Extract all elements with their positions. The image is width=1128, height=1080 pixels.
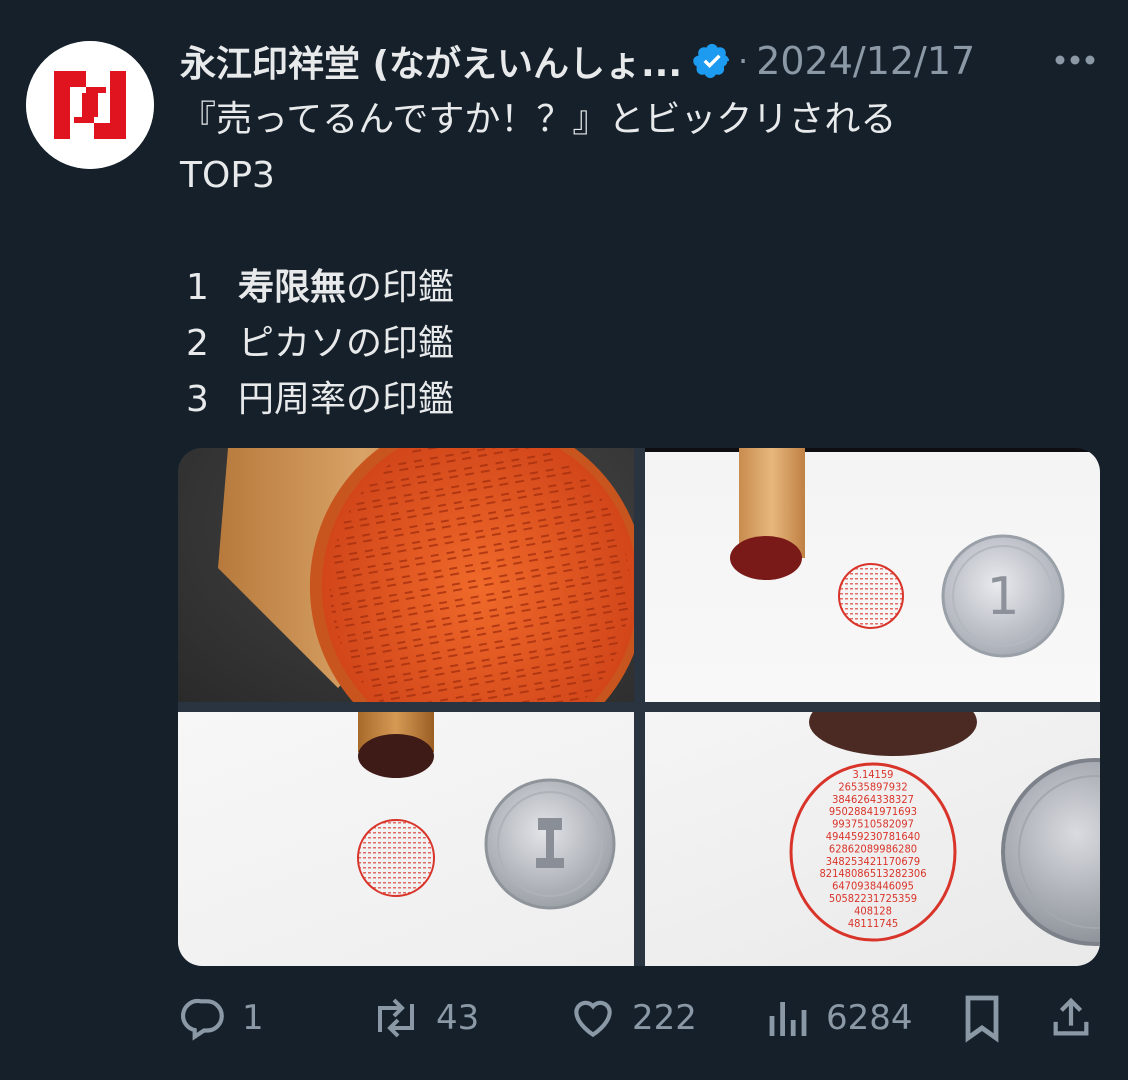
pi-digit-line: 3846264338327: [832, 793, 914, 806]
pi-digit-line: 408128: [854, 904, 892, 917]
pi-digit-line: 3.14159: [853, 768, 894, 781]
pi-digit-line: 6470938446095: [832, 880, 914, 893]
like-button[interactable]: 222: [568, 990, 697, 1046]
views-button[interactable]: 6284: [764, 990, 913, 1046]
bookmark-button[interactable]: [960, 990, 1004, 1046]
like-count: 222: [632, 998, 697, 1038]
more-icon: [1055, 55, 1095, 65]
more-button[interactable]: [1052, 40, 1098, 80]
repost-button[interactable]: 43: [370, 990, 479, 1046]
media-grid: 1 3.14159 26535897932 3846264338327 9502…: [178, 448, 1100, 966]
reply-icon: [181, 998, 224, 1041]
pi-digit-line: 95028841971693: [829, 805, 917, 818]
share-button[interactable]: [1048, 990, 1094, 1046]
author-name[interactable]: 永江印祥堂 (ながえいんしょ...: [180, 35, 682, 87]
svg-text:1: 1: [986, 567, 1019, 627]
photo-pi-stamp[interactable]: 3.14159 26535897932 3846264338327 950288419…: [645, 712, 1100, 966]
views-count: 6284: [826, 998, 913, 1038]
like-icon: [574, 1000, 612, 1038]
repost-icon: [378, 998, 414, 1038]
share-icon: [1053, 997, 1089, 1036]
author-avatar[interactable]: [26, 41, 154, 169]
pi-digit-line: 48111745: [848, 917, 898, 930]
avatar-logo: [26, 41, 154, 169]
tweet-date[interactable]: 2024/12/17: [756, 39, 975, 83]
pi-digit-line: 82148086513282306: [819, 867, 926, 880]
pi-digit-line: 50582231725359: [829, 892, 917, 905]
verified-badge-icon: [692, 41, 732, 81]
pi-digit-line: 62862089986280: [829, 842, 917, 855]
pi-digit-line: 26535897932: [838, 780, 907, 793]
tweet-text-line: TOP3: [180, 155, 275, 196]
pi-digit-line: 494459230781640: [826, 830, 920, 843]
tweet-text-line: 『売ってるんですか！？』とビックリされる: [180, 99, 897, 140]
reply-count: 1: [242, 998, 264, 1038]
separator: ·: [738, 42, 749, 80]
pi-digit-line: 9937510582097: [832, 818, 914, 831]
pi-digit-line: 348253421170679: [826, 855, 920, 868]
tweet-header: 永江印祥堂 (ながえいんしょ... · 2024/12/17: [180, 36, 975, 86]
bookmark-icon: [965, 995, 999, 1043]
photo-stamp-coin[interactable]: 1: [645, 448, 1100, 702]
repost-count: 43: [436, 998, 480, 1038]
reply-button[interactable]: 1: [178, 990, 264, 1046]
views-icon: [769, 1002, 807, 1036]
list-item: 1 寿限無の印鑑: [186, 267, 455, 308]
tweet-actions: 1 43 222 6284: [178, 990, 1100, 1046]
photo-stamp-coin-2[interactable]: [178, 712, 634, 966]
list-item: 2 ピカソの印鑑: [186, 323, 455, 364]
tweet-text: 『売ってるんですか！？』とビックリされる TOP3 1 寿限無の印鑑 2 ピカソの印…: [180, 92, 896, 428]
list-item: 3 円周率の印鑑: [186, 379, 455, 420]
photo-stamp-closeup[interactable]: [178, 448, 634, 702]
